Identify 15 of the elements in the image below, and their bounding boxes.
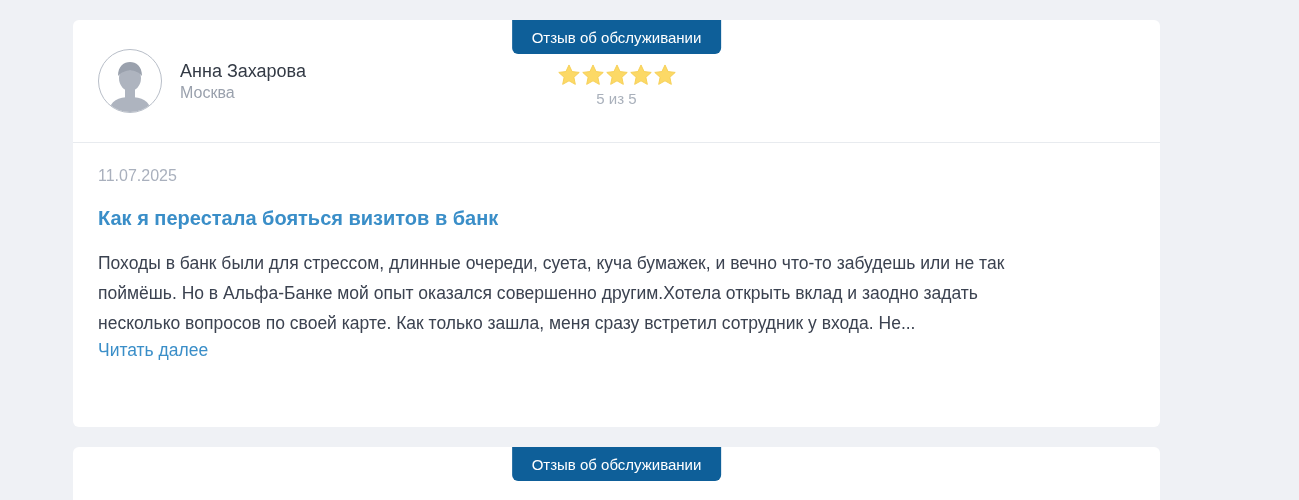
review-date: 11.07.2025	[98, 167, 178, 185]
author-name: Анна Захарова	[180, 60, 306, 82]
review-type-badge: Отзыв об обслуживании	[511, 20, 722, 54]
author-city: Москва	[180, 83, 236, 102]
read-more-link[interactable]: Читать далее	[98, 338, 209, 362]
star-icon	[557, 64, 580, 86]
star-icon	[653, 64, 676, 86]
rating-text: 5 из 5	[596, 90, 637, 107]
star-icon	[629, 64, 652, 86]
star-icon	[581, 64, 604, 86]
review-text: Походы в банк были для стрессом, длинные очереди, суета, куча бумажек, и вечно что-то забудешь или не так поймёшь. Но в Альфа-Банке мой опыт оказался совершенно другим.Хотела открыть вклад и заодно задать несколько вопросов по своей карте. Как только зашла, меня сразу встретил сотрудник у входа. Не...	[98, 252, 1006, 335]
star-icon	[605, 64, 628, 86]
review-title: Как я перестала бояться визитов в банк	[98, 207, 500, 230]
review-type-badge: Отзыв об обслуживании	[511, 447, 722, 481]
avatar-icon	[98, 49, 162, 113]
